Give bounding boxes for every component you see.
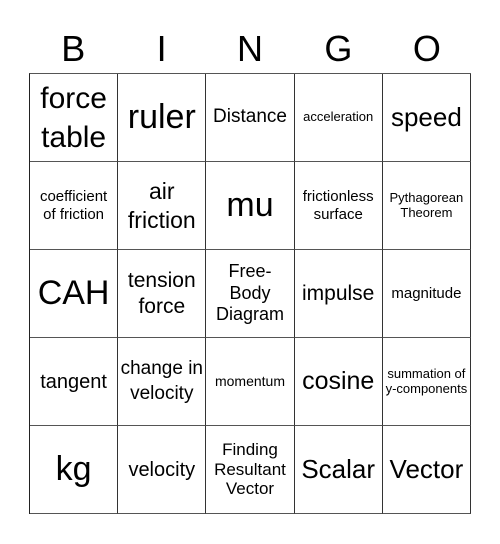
- bingo-cell[interactable]: summation of y-components: [382, 338, 471, 426]
- bingo-grid: force table ruler Distance acceleration …: [29, 73, 471, 514]
- bingo-cell[interactable]: cosine: [294, 338, 383, 426]
- bingo-cell[interactable]: tension force: [118, 250, 207, 338]
- bingo-cell[interactable]: velocity: [118, 426, 207, 514]
- bingo-cell[interactable]: speed: [382, 74, 471, 162]
- bingo-cell[interactable]: change in velocity: [118, 338, 207, 426]
- bingo-header: B I N G O: [29, 26, 471, 72]
- header-letter-i: I: [156, 28, 167, 69]
- bingo-cell[interactable]: momentum: [206, 338, 295, 426]
- bingo-cell[interactable]: magnitude: [382, 250, 471, 338]
- bingo-cell[interactable]: air friction: [118, 162, 207, 250]
- bingo-cell[interactable]: Distance: [206, 74, 295, 162]
- bingo-cell[interactable]: ruler: [118, 74, 207, 162]
- bingo-cell[interactable]: impulse: [294, 250, 383, 338]
- header-letter-b: B: [61, 28, 86, 69]
- header-letter-o: O: [412, 28, 441, 69]
- header-letter-g: G: [324, 28, 353, 69]
- bingo-cell[interactable]: Pythagorean Theorem: [382, 162, 471, 250]
- bingo-cell[interactable]: mu: [206, 162, 295, 250]
- bingo-cell[interactable]: coefficient of friction: [30, 162, 119, 250]
- bingo-cell[interactable]: force table: [30, 74, 119, 162]
- bingo-cell[interactable]: tangent: [30, 338, 119, 426]
- bingo-cell[interactable]: frictionless surface: [294, 162, 383, 250]
- bingo-cell[interactable]: kg: [30, 426, 119, 514]
- header-letter-n: N: [237, 28, 264, 69]
- bingo-cell[interactable]: acceleration: [294, 74, 383, 162]
- bingo-cell[interactable]: CAH: [30, 250, 119, 338]
- bingo-cell[interactable]: Scalar: [294, 426, 383, 514]
- bingo-cell[interactable]: Finding Resultant Vector: [206, 426, 295, 514]
- bingo-cell[interactable]: Free-Body Diagram: [206, 250, 295, 338]
- bingo-cell[interactable]: Vector: [382, 426, 471, 514]
